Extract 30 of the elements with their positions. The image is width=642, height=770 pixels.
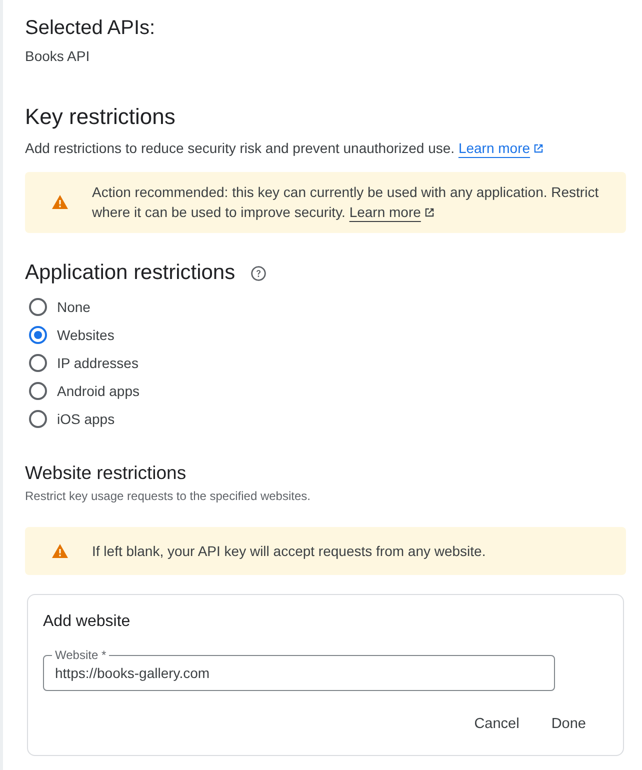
radio-button[interactable] (29, 410, 47, 428)
section-title: Application restrictions (25, 260, 236, 286)
card-title: Add website (43, 612, 132, 632)
warning-icon (52, 195, 68, 209)
radio-button[interactable] (29, 382, 47, 400)
radio-button[interactable] (29, 354, 47, 372)
external-link-icon (424, 207, 435, 218)
warning-text: Action recommended: this key can currently be used with any application. Restrict where it can be used to improve security. Learn more (92, 183, 600, 222)
cancel-button[interactable]: Cancel (462, 706, 532, 742)
section-title: Website restrictions (25, 461, 188, 485)
website-field[interactable]: Website * https://books-gallery.com (43, 648, 555, 691)
radio-label: None (57, 299, 90, 315)
done-button[interactable]: Done (539, 706, 598, 742)
help-icon[interactable] (251, 266, 266, 280)
section-description: Add restrictions to reduce security risk and prevent unauthorized use. Learn more (25, 138, 626, 158)
learn-more-link[interactable]: Learn more (349, 204, 435, 220)
radio-label: Android apps (57, 383, 140, 399)
radio-label: IP addresses (57, 355, 138, 371)
radio-label: Websites (57, 327, 114, 343)
warning-icon (52, 544, 68, 558)
external-link-icon (533, 143, 544, 154)
radio-label: iOS apps (57, 411, 115, 427)
section-description: Restrict key usage requests to the specified websites. (25, 488, 312, 504)
radio-button[interactable] (29, 326, 47, 344)
warning-text: If left blank, your API key will accept requests from any website. (92, 542, 486, 561)
section-title: Selected APIs: (25, 16, 156, 41)
learn-more-link[interactable]: Learn more (458, 140, 544, 156)
section-title: Key restrictions (25, 103, 176, 131)
api-name: Books API (25, 47, 91, 65)
radio-button[interactable] (29, 298, 47, 316)
